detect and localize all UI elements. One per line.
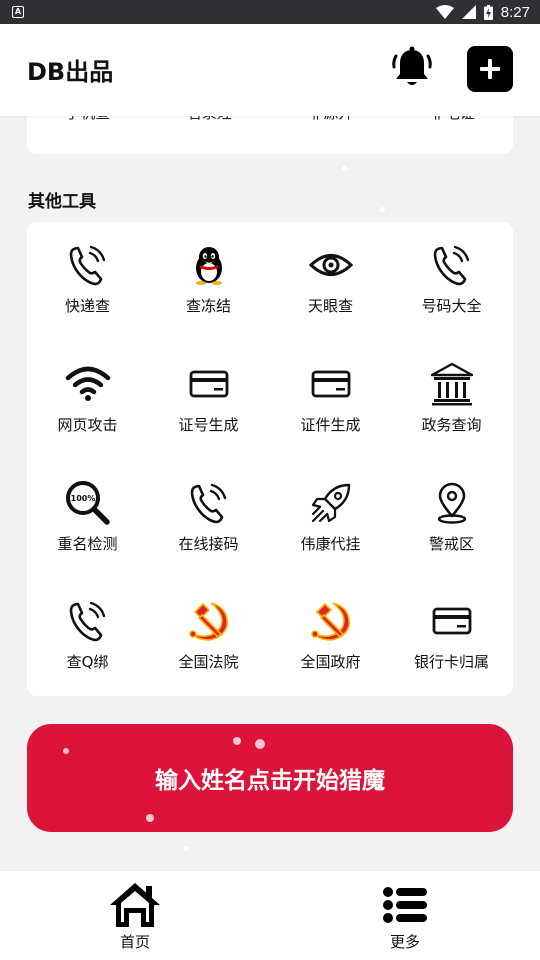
- battery-charging-icon: [483, 4, 493, 20]
- tool-label: 号码大全: [421, 297, 482, 315]
- decor-dot: [146, 814, 154, 822]
- tool-item[interactable]: 全国法院: [148, 578, 269, 678]
- tool-item[interactable]: 证号生成: [148, 341, 269, 441]
- magnifier-100-icon: 100%: [65, 480, 111, 526]
- list-icon: [383, 887, 427, 923]
- snowflake: [342, 166, 347, 171]
- start-hunt-button[interactable]: 输入姓名点击开始猎魔: [27, 724, 513, 832]
- clock: 8:27: [500, 3, 530, 21]
- app-header: DB出品: [0, 24, 540, 116]
- tool-label: 快递查: [64, 297, 110, 315]
- tool-item[interactable]: 证件生成: [270, 341, 391, 441]
- tool-item[interactable]: 全国政府: [270, 578, 391, 678]
- hammer-sickle-icon: [308, 598, 354, 644]
- status-bar: A 8:27: [0, 0, 540, 24]
- tool-label: 银行卡归属: [413, 653, 489, 671]
- nav-more[interactable]: 更多: [270, 871, 540, 960]
- snowflake: [380, 207, 385, 212]
- cell-signal-icon: [461, 5, 476, 19]
- card-icon: [308, 361, 354, 407]
- notification-button[interactable]: [388, 44, 436, 92]
- tool-item[interactable]: 政务查询: [391, 341, 512, 441]
- bell-icon: [392, 46, 432, 85]
- tool-item[interactable]: 在线接码: [148, 460, 269, 560]
- phone-ringing-icon: [65, 598, 111, 644]
- tool-label: 全国政府: [300, 653, 361, 671]
- app-notification-icon: A: [12, 6, 24, 18]
- section-title-other-tools: 其他工具: [28, 192, 96, 212]
- tool-label: 重名检测: [57, 535, 118, 553]
- decor-dot: [255, 739, 265, 749]
- nav-home-label: 首页: [119, 933, 150, 951]
- home-icon: [110, 883, 160, 927]
- tool-item[interactable]: 天眼查: [270, 222, 391, 322]
- rocket-icon: [308, 480, 354, 526]
- svg-text:100%: 100%: [70, 494, 95, 503]
- decor-dot: [233, 737, 241, 745]
- tool-label: 警戒区: [428, 535, 474, 553]
- phone-ringing-icon: [429, 242, 475, 288]
- tool-label: 查冻结: [185, 297, 231, 315]
- nav-more-label: 更多: [389, 933, 420, 951]
- tool-item[interactable]: 查Q绑: [27, 578, 148, 678]
- phone-ringing-icon: [65, 242, 111, 288]
- tool-item[interactable]: 网页攻击: [27, 341, 148, 441]
- add-button[interactable]: [467, 46, 513, 92]
- government-building-icon: [429, 361, 475, 407]
- other-tools-card: 快递查 查冻结 天眼查 号码大全网页攻击 证号生成 证件生成 政务查询 100% 重名检测 在线接…: [27, 222, 513, 696]
- location-pin-icon: [429, 480, 475, 526]
- tool-item[interactable]: 号码大全: [391, 222, 512, 322]
- page-title: DB出品: [27, 58, 114, 86]
- tool-label: 天眼查: [307, 297, 353, 315]
- decor-dot: [63, 748, 69, 754]
- nav-home[interactable]: 首页: [0, 871, 270, 960]
- tool-label: 证号生成: [178, 416, 239, 434]
- hammer-sickle-icon: [186, 598, 232, 644]
- tool-item[interactable]: 查冻结: [148, 222, 269, 322]
- tool-label: 政务查询: [421, 416, 482, 434]
- tool-label: 全国法院: [178, 653, 239, 671]
- wifi-icon: [65, 361, 111, 407]
- bottom-navigation: 首页 更多: [0, 870, 540, 960]
- eye-icon: [308, 242, 354, 288]
- tool-label: 伟康代挂: [300, 535, 361, 553]
- card-icon: [429, 598, 475, 644]
- snowflake: [183, 846, 188, 851]
- tool-item[interactable]: 100% 重名检测: [27, 460, 148, 560]
- phone-ringing-icon: [186, 480, 232, 526]
- start-hunt-label: 输入姓名点击开始猎魔: [155, 768, 385, 794]
- card-icon: [186, 361, 232, 407]
- tool-label: 证件生成: [300, 416, 361, 434]
- qq-penguin-icon: [186, 242, 232, 288]
- tool-item[interactable]: 警戒区: [391, 460, 512, 560]
- wifi-signal-icon: [435, 5, 454, 19]
- tool-label: 查Q绑: [66, 653, 109, 671]
- tool-item[interactable]: 快递查: [27, 222, 148, 322]
- tool-item[interactable]: 伟康代挂: [270, 460, 391, 560]
- tool-label: 网页攻击: [57, 416, 118, 434]
- tool-label: 在线接码: [178, 535, 239, 553]
- tool-item[interactable]: 银行卡归属: [391, 578, 512, 678]
